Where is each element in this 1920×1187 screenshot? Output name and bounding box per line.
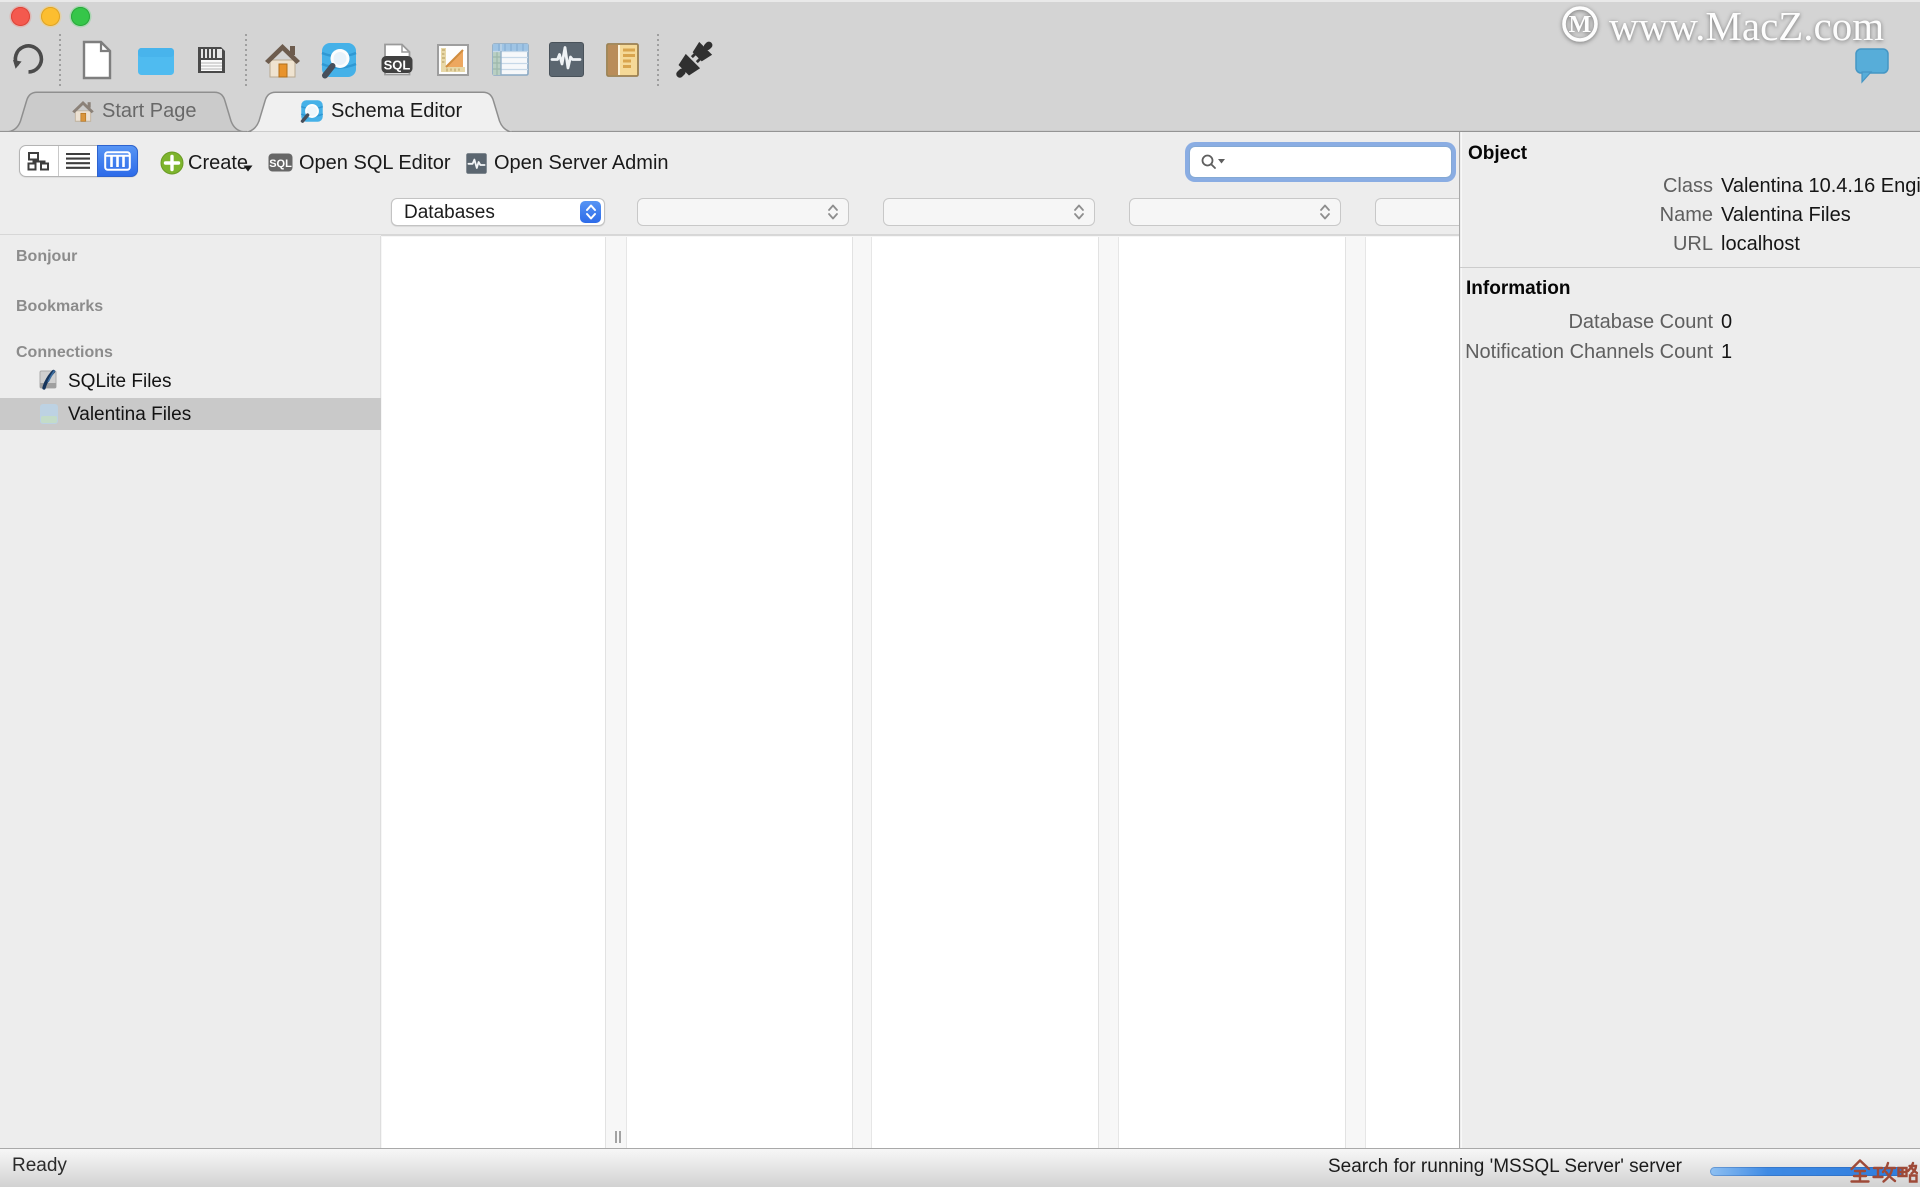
svg-text:SQL: SQL — [269, 158, 292, 170]
svg-text:www.MacZ.com: www.MacZ.com — [1609, 3, 1884, 49]
svg-text:M: M — [1569, 12, 1592, 38]
svg-text:SQL: SQL — [384, 58, 411, 73]
